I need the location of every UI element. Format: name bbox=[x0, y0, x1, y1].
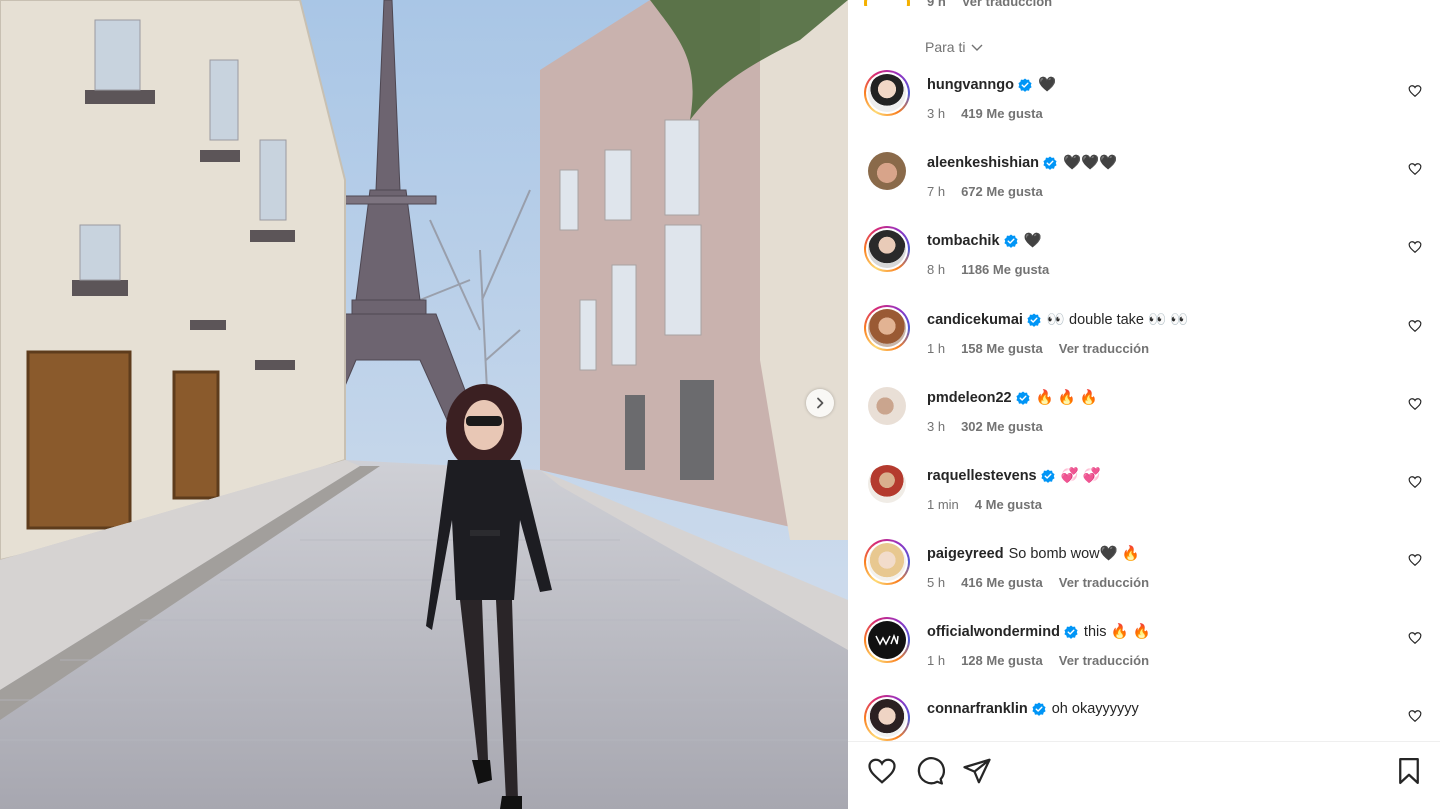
avatar[interactable] bbox=[864, 70, 910, 116]
comment-text: oh okayyyyyy bbox=[1051, 701, 1139, 717]
comment-time: 7 h bbox=[927, 184, 946, 199]
speech-bubble-icon[interactable] bbox=[915, 756, 945, 786]
comment-likes[interactable]: 416 Me gusta bbox=[961, 575, 1043, 590]
comment-item: hungvanngo 🖤 3 h 419 Me gusta bbox=[848, 70, 1440, 148]
heart-icon[interactable] bbox=[1408, 475, 1422, 489]
comment-time: 1 h bbox=[927, 653, 946, 668]
comment-text: So bomb wow🖤 🔥 bbox=[1008, 546, 1140, 562]
chevron-down-icon bbox=[971, 44, 983, 51]
heart-icon[interactable] bbox=[1408, 553, 1422, 567]
comment-item: officialwondermind this 🔥 🔥 1 h 128 Me gu… bbox=[848, 617, 1440, 695]
post-actions-bar bbox=[848, 756, 1440, 792]
comment-username[interactable]: candicekumai bbox=[927, 312, 1023, 328]
previous-comment-meta: 9 h Ver traducción bbox=[927, 0, 1052, 9]
heart-icon[interactable] bbox=[1408, 84, 1422, 98]
comment-item: connarfranklin oh okayyyyyy bbox=[848, 695, 1440, 741]
heart-icon[interactable] bbox=[1408, 631, 1422, 645]
comment-time: 1 h bbox=[927, 341, 946, 356]
heart-icon[interactable] bbox=[1408, 240, 1422, 254]
comment-text: 🖤 bbox=[1023, 233, 1042, 249]
comment-item: paigeyreed So bomb wow🖤 🔥 5 h 416 Me gust… bbox=[848, 539, 1440, 617]
comment-item: raquellestevens 💞 💞 1 min 4 Me gusta bbox=[848, 461, 1440, 539]
comment-username[interactable]: pmdeleon22 bbox=[927, 390, 1012, 406]
avatar[interactable] bbox=[864, 226, 910, 272]
previous-comment-time: 9 h bbox=[927, 0, 946, 9]
comment-text: 🔥 🔥 🔥 bbox=[1035, 390, 1098, 406]
avatar[interactable] bbox=[864, 539, 910, 585]
heart-icon[interactable] bbox=[1408, 162, 1422, 176]
paris-street-scene bbox=[0, 0, 848, 809]
comment-time: 8 h bbox=[927, 262, 946, 277]
wondermind-logo bbox=[875, 634, 899, 646]
comment-time: 3 h bbox=[927, 419, 946, 434]
verified-badge-icon bbox=[1064, 624, 1078, 639]
comment-likes[interactable]: 4 Me gusta bbox=[975, 497, 1042, 512]
heart-icon[interactable] bbox=[1408, 319, 1422, 333]
avatar[interactable] bbox=[864, 461, 910, 507]
divider bbox=[848, 741, 1440, 742]
next-photo-button[interactable] bbox=[806, 389, 834, 417]
comment-translate-link[interactable]: Ver traducción bbox=[1059, 341, 1149, 356]
avatar[interactable] bbox=[864, 695, 910, 741]
bookmark-icon[interactable] bbox=[1394, 756, 1424, 786]
comment-username[interactable]: connarfranklin bbox=[927, 701, 1028, 717]
comment-username[interactable]: officialwondermind bbox=[927, 624, 1060, 640]
avatar[interactable] bbox=[864, 305, 910, 351]
comment-text: 👀 double take 👀 👀 bbox=[1046, 312, 1189, 328]
comment-text: this 🔥 🔥 bbox=[1083, 624, 1151, 640]
verified-badge-icon bbox=[1032, 702, 1046, 716]
comment-text: 🖤🖤🖤 bbox=[1063, 155, 1118, 171]
verified-badge-icon bbox=[1027, 312, 1041, 327]
comment-username[interactable]: paigeyreed bbox=[927, 546, 1004, 562]
comment-username[interactable]: hungvanngo bbox=[927, 77, 1014, 93]
comments-panel: 9 h Ver traducción Para ti hungvanngo 🖤 3… bbox=[848, 0, 1440, 809]
verified-badge-icon bbox=[1003, 233, 1018, 248]
comment-username[interactable]: tombachik bbox=[927, 233, 1000, 249]
paper-plane-icon[interactable] bbox=[962, 756, 992, 786]
verified-badge-icon bbox=[1041, 468, 1055, 483]
comment-text: 🖤 bbox=[1038, 77, 1057, 93]
comment-translate-link[interactable]: Ver traducción bbox=[1059, 653, 1149, 668]
avatar[interactable] bbox=[864, 383, 910, 429]
comment-text: 💞 💞 bbox=[1060, 468, 1101, 484]
heart-icon[interactable] bbox=[1408, 397, 1422, 411]
heart-icon[interactable] bbox=[867, 756, 897, 786]
comment-likes[interactable]: 1186 Me gusta bbox=[961, 262, 1049, 277]
comment-likes[interactable]: 419 Me gusta bbox=[961, 106, 1043, 121]
comment-item: tombachik 🖤 8 h 1186 Me gusta bbox=[848, 226, 1440, 304]
verified-badge-icon bbox=[1016, 390, 1030, 405]
verified-badge-icon bbox=[1043, 155, 1057, 170]
comment-time: 3 h bbox=[927, 106, 946, 121]
comment-item: aleenkeshishian 🖤🖤🖤 7 h 672 Me gusta bbox=[848, 148, 1440, 226]
comment-translate-link[interactable]: Ver traducción bbox=[1059, 575, 1149, 590]
previous-comment-translate[interactable]: Ver traducción bbox=[962, 0, 1052, 9]
comment-item: pmdeleon22 🔥 🔥 🔥 3 h 302 Me gusta bbox=[848, 383, 1440, 461]
comment-likes[interactable]: 302 Me gusta bbox=[961, 419, 1043, 434]
comment-likes[interactable]: 158 Me gusta bbox=[961, 341, 1043, 356]
comment-item: candicekumai 👀 double take 👀 👀 1 h 158 Me… bbox=[848, 305, 1440, 383]
comment-likes[interactable]: 128 Me gusta bbox=[961, 653, 1043, 668]
comment-time: 5 h bbox=[927, 575, 946, 590]
comment-filter-label: Para ti bbox=[925, 39, 966, 55]
verified-badge-icon bbox=[1018, 77, 1032, 92]
avatar[interactable] bbox=[864, 617, 910, 663]
post-photo bbox=[0, 0, 848, 809]
comment-username[interactable]: raquellestevens bbox=[927, 468, 1037, 484]
comment-likes[interactable]: 672 Me gusta bbox=[961, 184, 1043, 199]
comment-filter-dropdown[interactable]: Para ti bbox=[925, 39, 984, 55]
comment-username[interactable]: aleenkeshishian bbox=[927, 155, 1039, 171]
previous-comment-avatar[interactable] bbox=[864, 0, 910, 6]
chevron-right-icon bbox=[817, 397, 824, 409]
comment-time: 1 min bbox=[927, 497, 959, 512]
heart-icon[interactable] bbox=[1408, 709, 1422, 723]
avatar[interactable] bbox=[864, 148, 910, 194]
